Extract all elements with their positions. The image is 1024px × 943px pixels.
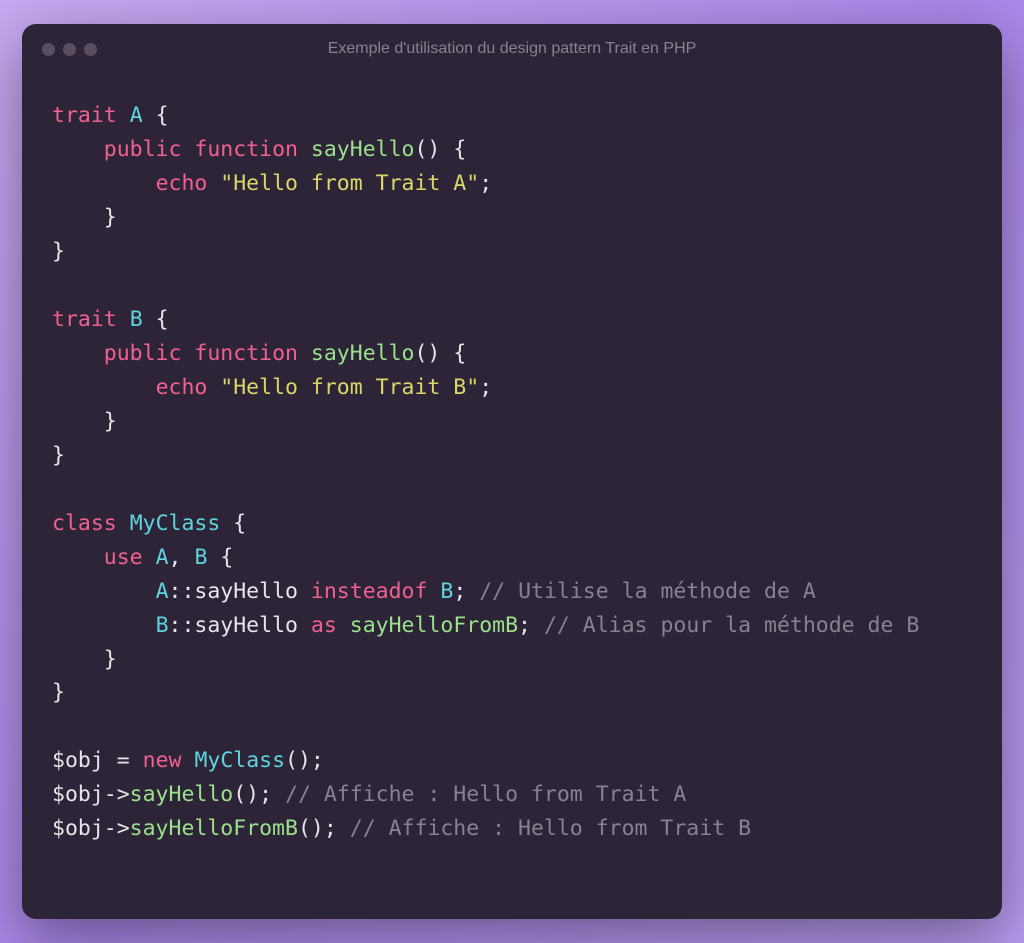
minimize-icon[interactable] [63, 43, 76, 56]
type-myclass: MyClass [194, 748, 285, 773]
kw-use: use [104, 545, 143, 570]
code-content: trait A { public function sayHello() { e… [22, 74, 1002, 919]
var-obj: $obj [52, 782, 104, 807]
type-b: B [130, 307, 143, 332]
kw-function: function [194, 137, 298, 162]
kw-public: public [104, 137, 182, 162]
kw-class: class [52, 511, 117, 536]
kw-insteadof: insteadof [311, 579, 428, 604]
kw-trait: trait [52, 307, 117, 332]
fn-sayhello: sayHello [311, 137, 415, 162]
titlebar: Exemple d'utilisation du design pattern … [22, 24, 1002, 74]
kw-new: new [143, 748, 182, 773]
call-sayhellofromb: sayHelloFromB [130, 816, 298, 841]
comment-2: // Alias pour la méthode de B [544, 613, 919, 638]
kw-as: as [311, 613, 337, 638]
kw-echo: echo [156, 375, 208, 400]
type-a: A [156, 579, 169, 604]
str-a: "Hello from Trait A" [220, 171, 479, 196]
maximize-icon[interactable] [84, 43, 97, 56]
type-b: B [194, 545, 207, 570]
call-sayhello: sayHello [194, 579, 298, 604]
str-b: "Hello from Trait B" [220, 375, 479, 400]
fn-sayhellofromb: sayHelloFromB [350, 613, 518, 638]
type-a: A [130, 103, 143, 128]
window-controls [42, 43, 97, 56]
code-window: Exemple d'utilisation du design pattern … [22, 24, 1002, 919]
kw-public: public [104, 341, 182, 366]
comment-4: // Affiche : Hello from Trait B [350, 816, 751, 841]
type-myclass: MyClass [130, 511, 221, 536]
call-sayhello: sayHello [194, 613, 298, 638]
type-b: B [440, 579, 453, 604]
comment-3: // Affiche : Hello from Trait A [285, 782, 686, 807]
type-b: B [156, 613, 169, 638]
kw-function: function [194, 341, 298, 366]
type-a: A [156, 545, 169, 570]
comment-1: // Utilise la méthode de A [479, 579, 816, 604]
fn-sayhello: sayHello [311, 341, 415, 366]
kw-echo: echo [156, 171, 208, 196]
kw-trait: trait [52, 103, 117, 128]
var-obj: $obj [52, 748, 104, 773]
close-icon[interactable] [42, 43, 55, 56]
window-title: Exemple d'utilisation du design pattern … [22, 40, 1002, 58]
var-obj: $obj [52, 816, 104, 841]
call-sayhello: sayHello [130, 782, 234, 807]
